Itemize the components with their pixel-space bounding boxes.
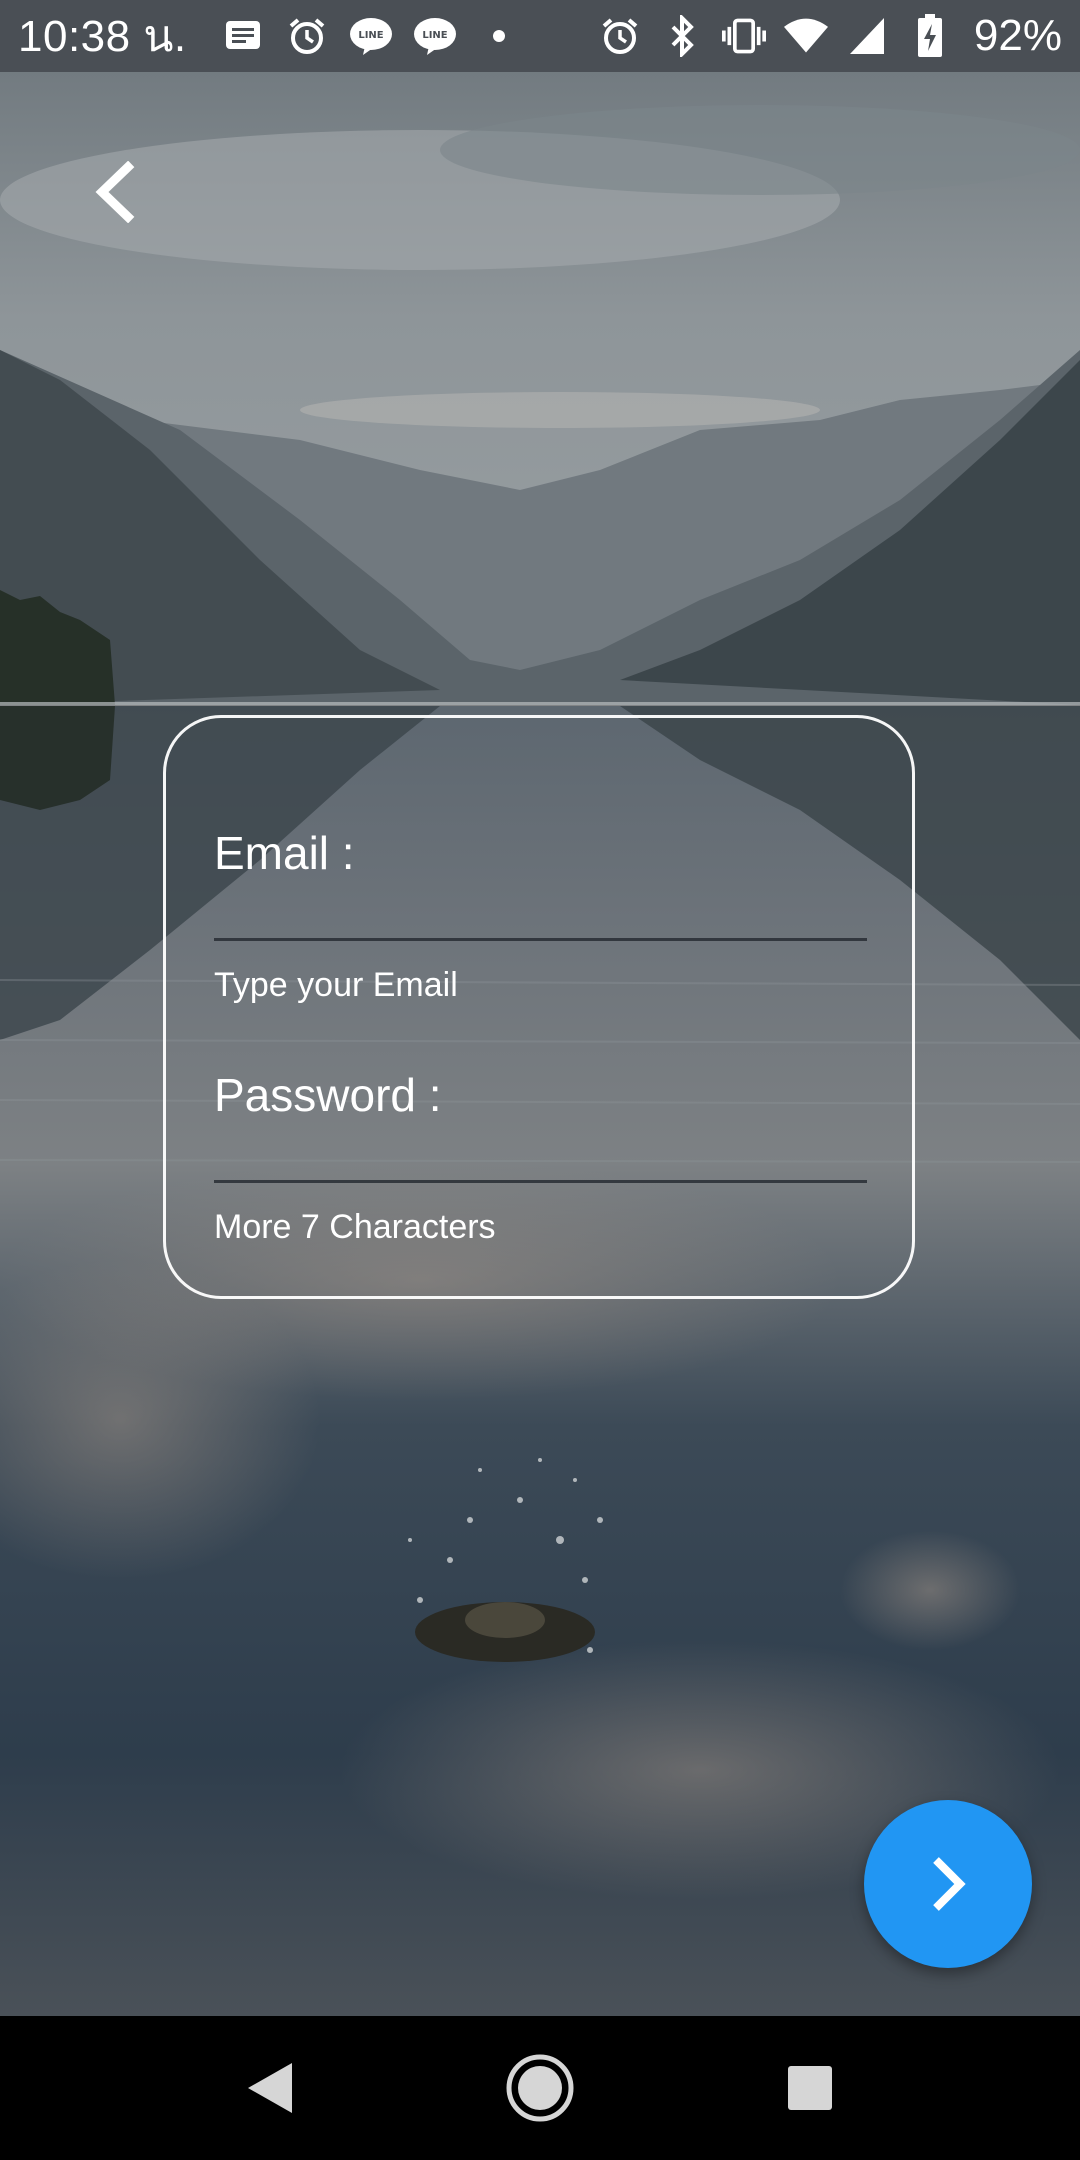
nav-home-button[interactable] (490, 2016, 590, 2160)
svg-text:LINE: LINE (422, 30, 447, 41)
password-hint: More 7 Characters (214, 1208, 496, 1246)
password-input[interactable] (214, 1120, 867, 1183)
svg-text:LINE: LINE (358, 30, 383, 41)
email-label: Email : (214, 827, 355, 879)
nav-recents-button[interactable] (760, 2016, 860, 2160)
dot-icon (477, 14, 521, 58)
alarm-icon (598, 14, 642, 58)
recents-square-icon (788, 2066, 832, 2110)
chevron-left-icon (95, 161, 135, 223)
chevron-right-icon (933, 1857, 966, 1911)
email-hint: Type your Email (214, 966, 458, 1004)
wifi-icon (783, 14, 828, 58)
status-time: 10:38 น. (18, 12, 187, 61)
vibrate-icon (721, 14, 766, 58)
home-circle-icon (506, 2054, 574, 2122)
battery-charging-icon (908, 14, 952, 58)
line-app-icon: LINE (349, 14, 393, 58)
back-button[interactable] (82, 160, 146, 224)
password-label: Password : (214, 1069, 442, 1121)
status-bar: 10:38 น. LINE LINE 92% (0, 0, 1080, 72)
alarm-icon (285, 14, 329, 58)
next-button[interactable] (864, 1800, 1032, 1968)
login-screen: 10:38 น. LINE LINE 92% Email: Type your… (0, 0, 1080, 2160)
message-icon (221, 14, 265, 58)
email-input[interactable] (214, 878, 867, 941)
login-form-card: Email : Type your Email Password : More … (163, 715, 915, 1299)
signal-icon (846, 14, 890, 58)
nav-back-button[interactable] (220, 2016, 320, 2160)
bluetooth-icon (660, 14, 704, 58)
navigation-bar (0, 2016, 1080, 2160)
back-triangle-icon (248, 2063, 292, 2113)
line-app-icon: LINE (413, 14, 457, 58)
battery-percentage: 92% (973, 11, 1062, 60)
